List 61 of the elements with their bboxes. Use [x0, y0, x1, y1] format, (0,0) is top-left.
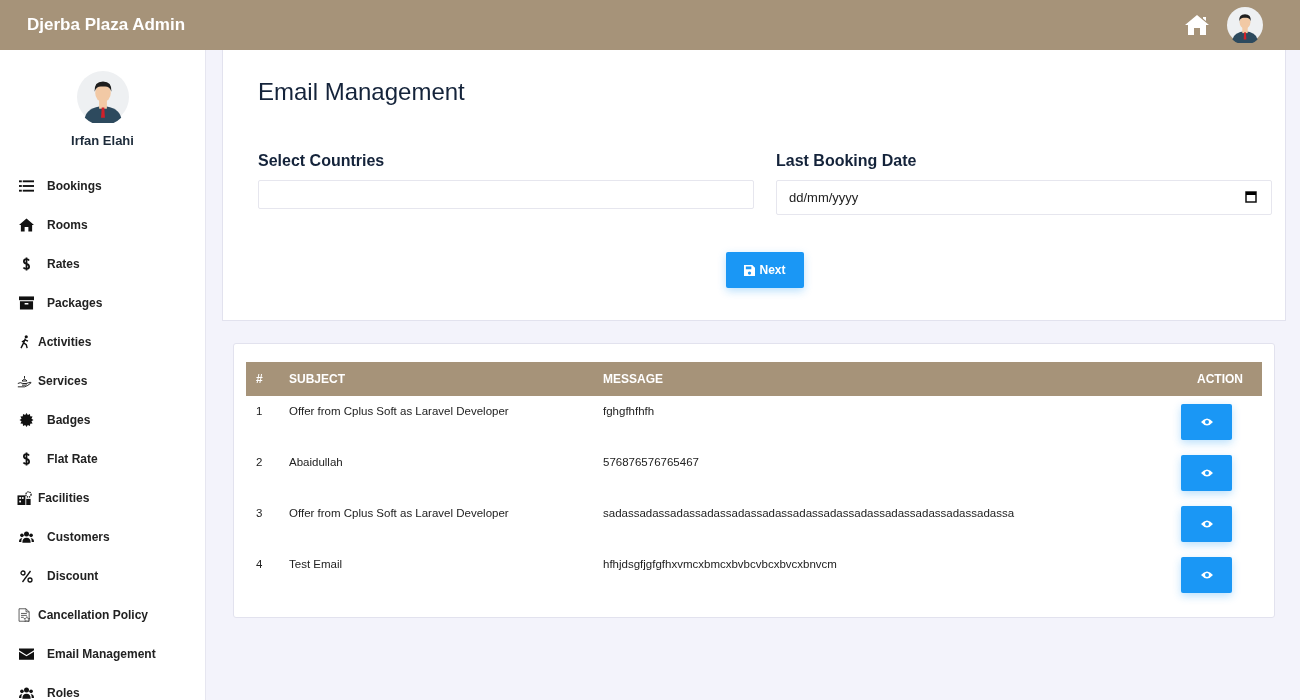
countries-field[interactable] [258, 180, 754, 209]
field-label: Select Countries [258, 152, 386, 170]
user-name: Irfan Elahi [71, 133, 134, 148]
eye-icon [1200, 469, 1213, 477]
view-button[interactable] [1181, 506, 1232, 542]
home-icon [19, 217, 34, 232]
users-icon [19, 685, 34, 700]
sidebar-item[interactable]: Rates [0, 244, 205, 283]
table-cell: 1 [256, 405, 263, 417]
column-header: SUBJECT [289, 362, 603, 396]
sidebar-item[interactable]: Facilities [0, 478, 205, 517]
table-cell: Test Email [289, 558, 343, 570]
date-field[interactable]: dd/mm/yyyy [776, 180, 1272, 215]
sidebar-item[interactable]: Discount [0, 556, 205, 595]
sidebar-item[interactable]: Activities [0, 322, 205, 361]
building-icon [17, 490, 32, 505]
sidebar-item[interactable]: Flat Rate [0, 439, 205, 478]
table-cell: Offer from Cplus Soft as Laravel Developer [289, 405, 509, 417]
sidebar-item[interactable]: Roles [0, 673, 205, 700]
eye-icon [1200, 520, 1213, 528]
calendar-icon[interactable] [1245, 191, 1257, 203]
save-icon [744, 264, 756, 276]
sidebar-item[interactable]: Badges [0, 400, 205, 439]
table-cell: 3 [256, 507, 263, 519]
table-cell: 576876576765467 [603, 456, 699, 468]
table-cell: Abaidullah [289, 456, 343, 468]
eye-icon [1200, 571, 1213, 579]
sidebar-item[interactable]: Packages [0, 283, 205, 322]
badge-icon [19, 412, 34, 427]
table-cell: fghgfhfhfh [603, 405, 655, 417]
sidebar-item[interactable]: Customers [0, 517, 205, 556]
profile-avatar [76, 71, 129, 123]
table-cell: 4 [256, 558, 263, 570]
home-icon[interactable] [1184, 14, 1210, 36]
view-button[interactable] [1181, 557, 1232, 593]
sidebar-item[interactable]: Services [0, 361, 205, 400]
sidebar-item[interactable]: Rooms [0, 205, 205, 244]
field-label: Last Booking Date [776, 152, 918, 170]
user-avatar [1227, 7, 1263, 43]
document-icon [17, 607, 32, 622]
view-button[interactable] [1181, 455, 1232, 491]
hand-icon [17, 373, 32, 388]
table-cell: 2 [256, 456, 263, 468]
percent-icon [19, 568, 34, 583]
envelope-icon [19, 646, 34, 661]
sidebar-item[interactable]: Email Management [0, 634, 205, 673]
eye-icon [1200, 418, 1213, 426]
users-icon [19, 529, 34, 544]
column-header: ACTION [1153, 362, 1262, 396]
sidebar-item[interactable]: Bookings [0, 166, 205, 205]
column-header: MESSAGE [603, 362, 1154, 396]
app-title: Djerba Plaza Admin [27, 15, 186, 35]
page-title: Email Management [258, 78, 466, 106]
table-cell: Offer from Cplus Soft as Laravel Developer [289, 507, 509, 519]
column-header: # [246, 362, 289, 396]
archive-icon [19, 295, 34, 310]
list-icon [19, 178, 34, 193]
sidebar-item[interactable]: Cancellation Policy [0, 595, 205, 634]
view-button[interactable] [1181, 404, 1232, 440]
table-cell: hfhjdsgfjgfgfhxvmcxbmcxbvbcvbcxbvcxbnvcm [603, 558, 837, 570]
table-cell: sadassadassadassadassadassadassadassadassadassadassadassadassadassa [603, 507, 1015, 519]
